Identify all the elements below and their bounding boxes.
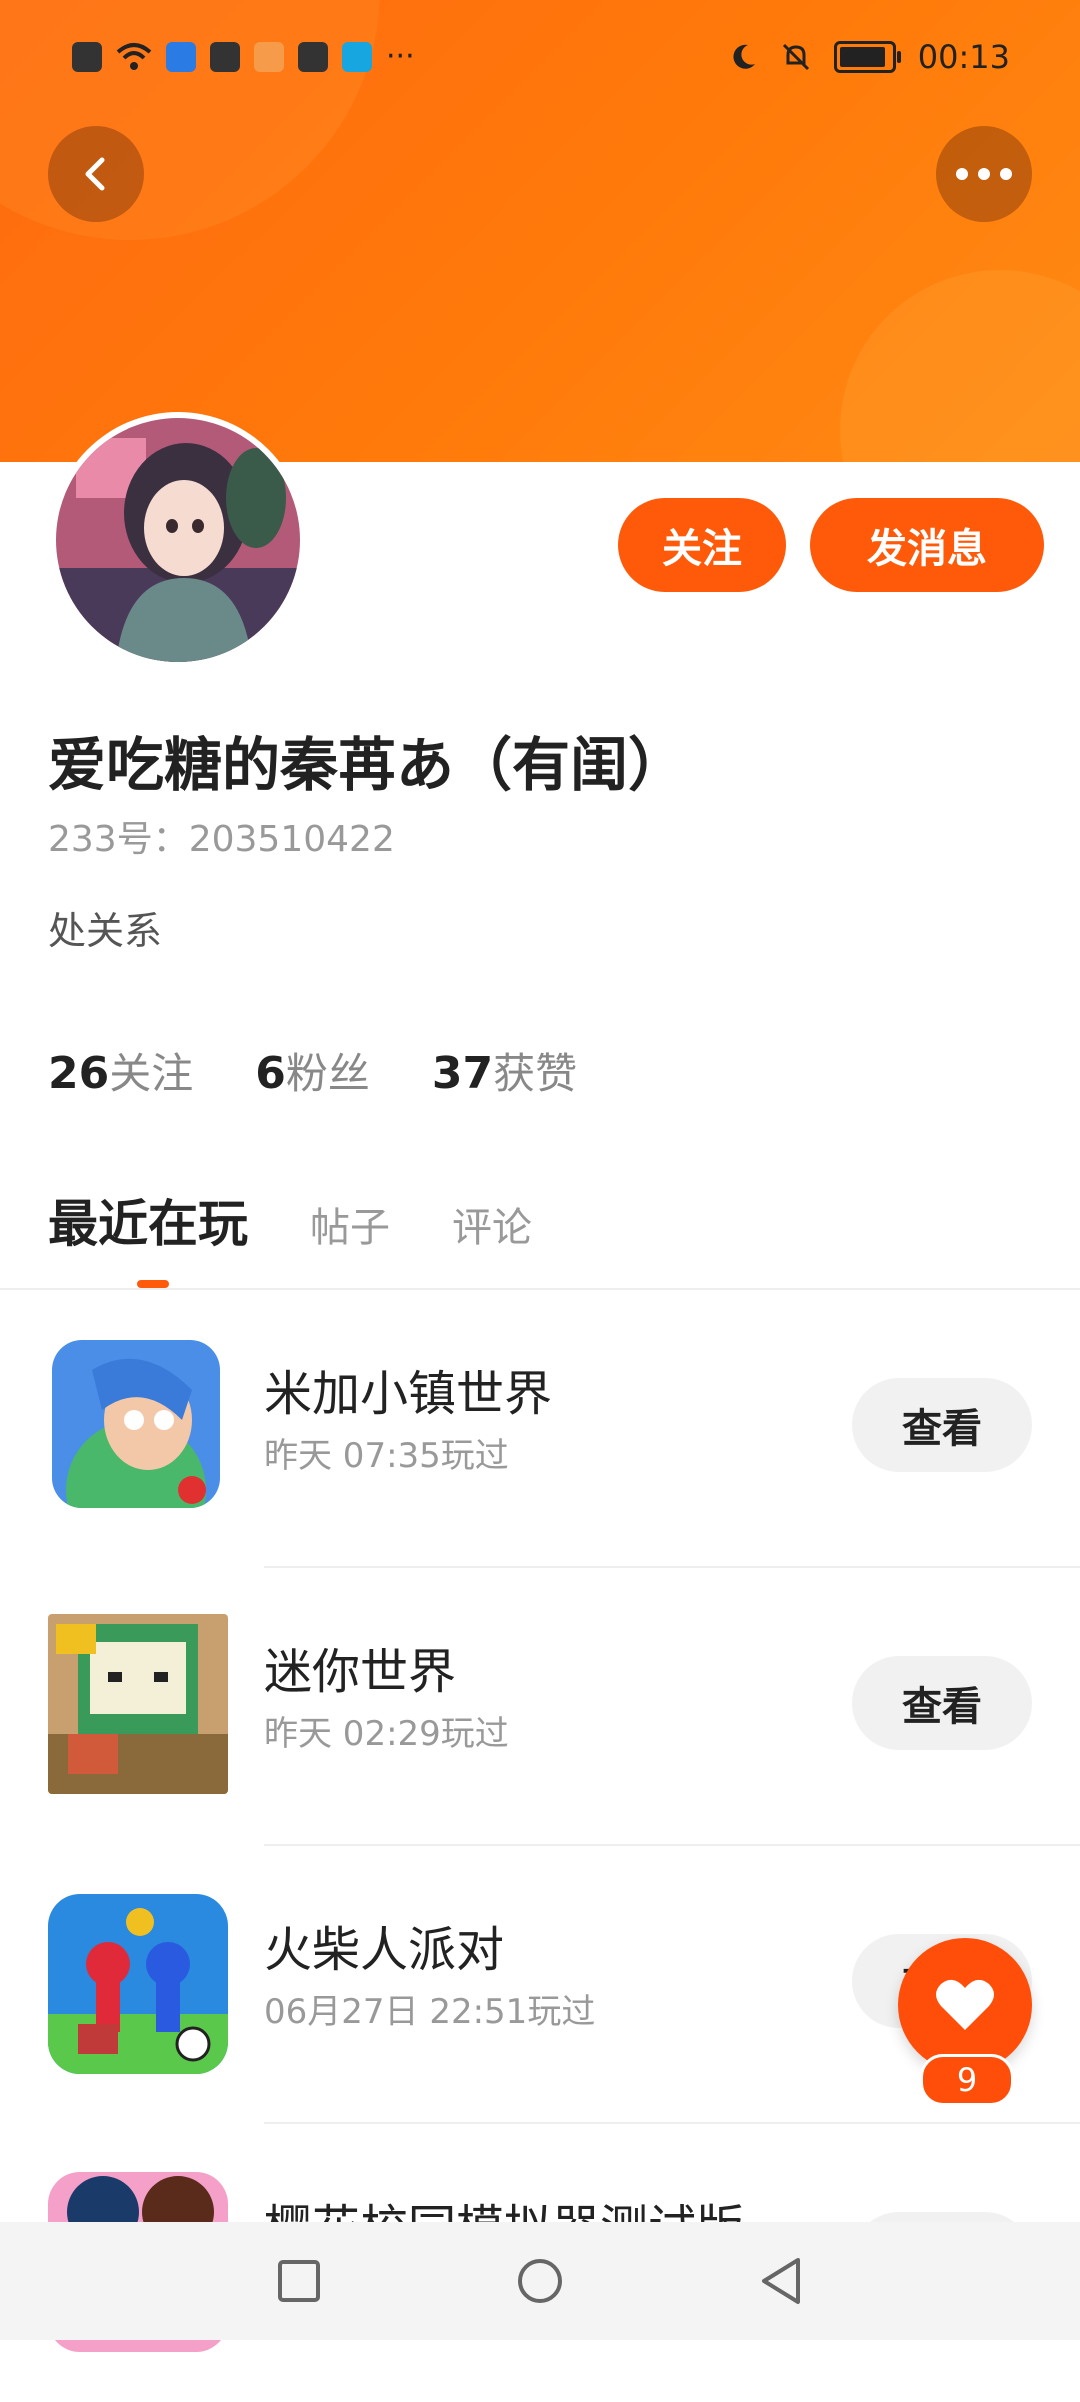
status-icons-left: ··· xyxy=(72,42,415,72)
heart-icon xyxy=(936,1979,994,2030)
status-bar: ··· 00:13 xyxy=(0,0,1080,120)
bio: 处关系 xyxy=(48,909,163,953)
follow-button[interactable]: 关注 xyxy=(618,498,786,592)
game-name: 米加小镇世界 xyxy=(264,1366,553,1422)
alert-icon xyxy=(72,42,102,72)
tab-posts[interactable]: 帖子 xyxy=(310,1195,390,1253)
profile-tabs: 最近在玩 帖子 评论 xyxy=(48,1184,532,1256)
stat-count: 26 xyxy=(48,1048,110,1099)
last-played-time: 昨天 02:29玩过 xyxy=(264,1714,509,1754)
username: 爱吃糖的秦苒あ（有闺） xyxy=(48,731,687,799)
user-id: 233号：203510422 xyxy=(48,819,395,860)
battery-level xyxy=(839,47,885,67)
video-app-icon xyxy=(254,42,284,72)
stat-fans[interactable]: 6粉丝 xyxy=(255,1040,370,1101)
system-nav-bar xyxy=(0,2222,1080,2340)
profile-stats: 26关注 6粉丝 37获赞 xyxy=(48,1040,577,1101)
tab-comments[interactable]: 评论 xyxy=(452,1195,532,1253)
game-name: 迷你世界 xyxy=(264,1644,457,1700)
music-app-icon xyxy=(166,42,196,72)
back-button[interactable] xyxy=(48,126,144,222)
battery-icon xyxy=(833,41,901,73)
stat-count: 37 xyxy=(431,1048,494,1099)
moon-icon xyxy=(733,44,755,69)
stat-following[interactable]: 26关注 xyxy=(48,1040,193,1101)
more-dots-icon xyxy=(956,168,1012,180)
list-item[interactable]: 迷你世界 昨天 02:29玩过 查看 xyxy=(0,1568,1080,1846)
profile-header-banner: ··· 00:13 xyxy=(0,0,1080,462)
more-button[interactable] xyxy=(936,126,1032,222)
view-button[interactable]: 查看 xyxy=(852,1378,1032,1472)
game-name: 火柴人派对 xyxy=(264,1922,505,1978)
tab-indicator xyxy=(137,1280,169,1288)
avatar-image xyxy=(56,418,300,662)
like-count-badge: 9 xyxy=(920,2054,1014,2106)
chevron-left-icon xyxy=(85,157,105,191)
stat-count: 6 xyxy=(255,1048,286,1099)
search-app-icon xyxy=(342,42,372,72)
stat-label: 获赞 xyxy=(493,1049,578,1098)
list-item[interactable]: 米加小镇世界 昨天 07:35玩过 查看 xyxy=(0,1290,1080,1568)
stickman-party-icon xyxy=(48,1894,228,2074)
send-message-button[interactable]: 发消息 xyxy=(810,498,1044,592)
last-played-time: 昨天 07:35玩过 xyxy=(264,1436,509,1476)
more-notifications: ··· xyxy=(386,39,415,74)
mute-bell-icon xyxy=(782,43,809,71)
status-icons-right: 00:13 xyxy=(728,38,1010,76)
wifi-icon xyxy=(116,43,152,70)
stat-label: 粉丝 xyxy=(285,1049,370,1098)
tab-recently-played[interactable]: 最近在玩 xyxy=(48,1184,248,1256)
banner-decoration xyxy=(840,270,1080,462)
back-icon[interactable] xyxy=(758,2256,804,2306)
mini-world-icon xyxy=(48,1614,228,1794)
view-button[interactable]: 查看 xyxy=(852,1656,1032,1750)
home-icon[interactable] xyxy=(515,2256,565,2306)
recent-apps-icon[interactable] xyxy=(276,2258,322,2304)
browser-icon xyxy=(210,42,240,72)
like-button[interactable] xyxy=(898,1938,1032,2072)
toca-world-icon xyxy=(52,1340,220,1508)
stat-label: 关注 xyxy=(109,1049,194,1098)
calendar-icon xyxy=(298,42,328,72)
last-played-time: 06月27日 22:51玩过 xyxy=(264,1992,596,2032)
stat-likes[interactable]: 37获赞 xyxy=(432,1040,577,1101)
avatar[interactable] xyxy=(50,412,306,668)
clock: 00:13 xyxy=(917,38,1010,76)
